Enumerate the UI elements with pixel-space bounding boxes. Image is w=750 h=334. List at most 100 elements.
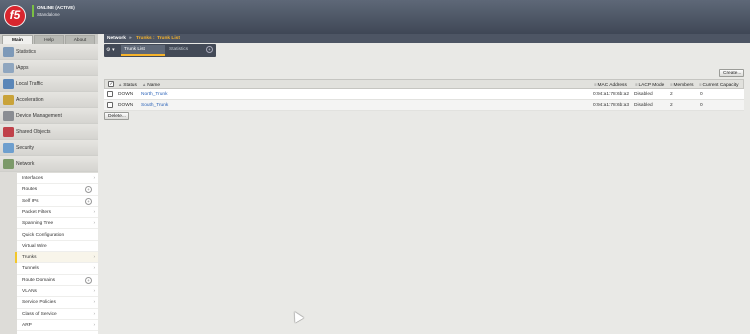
column-icon: ≡	[699, 82, 702, 87]
submenu-item-quick-configuration[interactable]: Quick Configuration	[17, 230, 98, 241]
row-mac: 0:94:a1:78:6b:a2	[593, 92, 630, 97]
tab-about[interactable]: About	[65, 35, 95, 44]
submenu-item-tunnels[interactable]: Tunnels ›	[17, 263, 98, 275]
submenu-item-interfaces[interactable]: Interfaces ›	[17, 173, 98, 185]
column-lacp[interactable]: ≡LACP Mode	[635, 82, 664, 88]
submenu-label: Packet Filters	[22, 209, 52, 215]
sidebar-item-label: iApps	[16, 65, 29, 71]
device-mode: Standalone	[37, 12, 60, 17]
breadcrumb-network[interactable]: Network	[107, 36, 126, 41]
select-all-checkbox[interactable]: ✓	[108, 81, 114, 87]
sidebar-item-device-management[interactable]: Device Management	[0, 108, 98, 124]
chevron-right-icon: ›	[93, 310, 96, 316]
add-icon[interactable]: +	[85, 197, 92, 205]
sidebar-item-network[interactable]: Network	[0, 156, 98, 172]
sidebar-item-shared-objects[interactable]: Shared Objects	[0, 124, 98, 140]
shared-objects-icon	[3, 127, 14, 137]
submenu-label: ARP	[22, 322, 32, 328]
table-header: ✓ ▲Status ▲Name ≡MAC Address ≡LACP Mode …	[104, 79, 744, 89]
row-members: 2	[670, 92, 673, 97]
breadcrumb-trunk-list: Trunk List	[157, 36, 180, 41]
column-members[interactable]: ≡Members	[670, 82, 694, 88]
submenu-item-self-ips[interactable]: Self IPs +	[17, 196, 98, 207]
local-traffic-icon	[3, 79, 14, 89]
submenu-label: Virtual Wire	[22, 243, 47, 249]
column-label: Status	[123, 83, 137, 88]
statistics-icon	[3, 47, 14, 57]
iapps-icon	[3, 63, 14, 73]
tab-statistics[interactable]: Statistics	[166, 45, 204, 56]
submenu-item-route-domains[interactable]: Route Domains +	[17, 275, 98, 286]
sidebar-item-label: Statistics	[16, 49, 37, 55]
breadcrumb-colon: :	[153, 36, 155, 41]
status-indicator	[32, 5, 34, 17]
network-icon	[3, 159, 14, 169]
row-lacp: Disabled	[634, 103, 653, 108]
submenu-item-packet-filters[interactable]: Packet Filters ›	[17, 207, 98, 219]
submenu-item-arp[interactable]: ARP ›	[17, 320, 98, 332]
delete-button[interactable]: Delete...	[104, 112, 129, 120]
table-row[interactable]: DOWN North_Trunk 0:94:a1:78:6b:a2 Disabl…	[104, 89, 744, 100]
row-status: DOWN	[118, 92, 134, 97]
row-name-link[interactable]: North_Trunk	[141, 92, 167, 97]
active-indicator	[15, 252, 17, 264]
security-icon	[3, 143, 14, 153]
gear-menu-icon[interactable]: ⚙ ▾	[106, 46, 120, 54]
submenu-item-vlans[interactable]: VLANs ›	[17, 286, 98, 298]
add-icon[interactable]: +	[85, 276, 92, 284]
sidebar-item-label: Security	[16, 145, 35, 151]
column-label: MAC Address	[597, 83, 627, 88]
breadcrumb-trunks[interactable]: Trunks	[136, 36, 152, 41]
f5-logo[interactable]: f5	[4, 5, 26, 27]
column-capacity[interactable]: ≡Current Capacity	[699, 82, 739, 88]
submenu-item-service-policies[interactable]: Service Policies ›	[17, 297, 98, 309]
row-lacp: Disabled	[634, 92, 653, 97]
row-capacity: 0	[700, 103, 703, 108]
column-label: Current Capacity	[702, 83, 739, 88]
column-status[interactable]: ▲Status	[118, 82, 137, 88]
sort-icon: ▲	[118, 82, 123, 87]
breadcrumb	[104, 34, 750, 43]
submenu-item-virtual-wire[interactable]: Virtual Wire	[17, 241, 98, 253]
table-row[interactable]: DOWN South_Trunk 0:94:a1:78:6b:a3 Disabl…	[104, 100, 744, 111]
add-icon[interactable]: +	[85, 186, 92, 194]
column-icon: ≡	[594, 82, 597, 87]
sidebar-item-label: Network	[16, 161, 35, 167]
tab-help[interactable]: Help	[34, 35, 64, 44]
app-header: f5 ONLINE (ACTIVE) Standalone	[0, 0, 750, 34]
chevron-right-icon: ›	[93, 220, 96, 226]
tab-trunk-list[interactable]: Trunk List	[121, 45, 165, 56]
sidebar-item-security[interactable]: Security	[0, 140, 98, 156]
sidebar-item-iapps[interactable]: iApps	[0, 60, 98, 76]
sidebar-item-label: Shared Objects	[16, 129, 51, 135]
check-icon: ✓	[109, 81, 114, 86]
submenu-label: Spanning Tree	[22, 221, 54, 227]
submenu-label: Routes	[22, 187, 38, 193]
column-name[interactable]: ▲Name	[142, 82, 160, 88]
acceleration-icon	[3, 95, 14, 105]
sidebar-item-local-traffic[interactable]: Local Traffic	[0, 76, 98, 92]
row-mac: 0:94:a1:78:6b:a3	[593, 103, 630, 108]
row-checkbox[interactable]	[107, 91, 113, 97]
submenu-label: Interfaces	[22, 176, 44, 181]
row-checkbox[interactable]	[107, 102, 113, 108]
row-name-link[interactable]: South_Trunk	[141, 103, 168, 108]
column-mac[interactable]: ≡MAC Address	[594, 82, 627, 88]
chevron-right-icon: ›	[93, 254, 96, 260]
sidebar-item-statistics[interactable]: Statistics	[0, 44, 98, 60]
device-management-icon	[3, 111, 14, 121]
add-tab-icon[interactable]: +	[206, 46, 213, 53]
create-button[interactable]: Create...	[719, 69, 744, 77]
column-label: Members	[673, 83, 694, 88]
submenu-item-spanning-tree[interactable]: Spanning Tree ›	[17, 218, 98, 230]
sidebar-item-acceleration[interactable]: Acceleration	[0, 92, 98, 108]
submenu-item-class-of-service[interactable]: Class of Service ›	[17, 309, 98, 320]
column-label: LACP Mode	[638, 83, 665, 88]
column-label: Name	[147, 83, 161, 88]
chevron-right-icon: ›	[93, 288, 96, 293]
chevron-right-icon: ›	[93, 208, 96, 214]
submenu-label: Trunks	[22, 255, 37, 261]
tab-main[interactable]: Main	[2, 35, 33, 44]
submenu-item-trunks[interactable]: Trunks ›	[15, 252, 98, 264]
submenu-item-routes[interactable]: Routes +	[17, 184, 98, 196]
